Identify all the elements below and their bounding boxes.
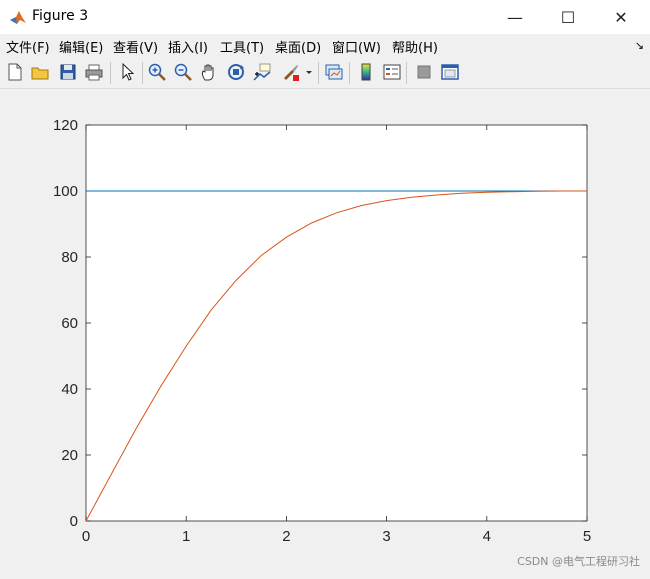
menu-window[interactable]: 窗口(W)	[332, 37, 381, 56]
y-tick-label: 60	[61, 315, 78, 332]
show-plot-tools-icon[interactable]	[440, 62, 460, 82]
hide-plot-tools-icon[interactable]	[414, 62, 434, 82]
print-icon[interactable]	[84, 62, 104, 82]
toolbar	[0, 57, 650, 89]
figure-canvas: 0 1 2 3 4 5 0 20 40 60 80 100 120 CSDN @电气工程研习社	[0, 89, 650, 575]
window-title: Figure 3	[32, 8, 89, 24]
plot-area	[85, 124, 588, 522]
maximize-icon: ☐	[560, 7, 576, 27]
y-tick-label: 40	[61, 381, 78, 398]
legend-icon[interactable]	[382, 62, 402, 82]
matlab-logo-icon	[9, 8, 27, 26]
watermark: CSDN @电气工程研习社	[517, 555, 640, 568]
menu-insert[interactable]: 插入(I)	[168, 37, 208, 56]
line-chart: 0 1 2 3 4 5 0 20 40 60 80 100 120	[53, 117, 591, 545]
menu-view[interactable]: 查看(V)	[113, 37, 158, 56]
x-tick-label: 1	[182, 528, 190, 545]
x-tick-label: 5	[583, 528, 591, 545]
save-icon[interactable]	[58, 62, 78, 82]
x-tick-label: 4	[483, 528, 491, 545]
pan-hand-icon[interactable]	[199, 62, 219, 82]
toolbar-separator	[318, 62, 319, 84]
y-tick-label: 80	[61, 249, 78, 266]
dock-arrow-icon[interactable]: ↘	[635, 39, 644, 52]
x-tick-label: 2	[282, 528, 290, 545]
toolbar-separator	[349, 62, 350, 84]
toolbar-separator	[142, 62, 143, 84]
x-tick-label: 0	[82, 528, 90, 545]
close-button[interactable]: ✕	[596, 0, 646, 34]
new-figure-icon[interactable]	[5, 62, 25, 82]
link-plot-icon[interactable]	[324, 62, 344, 82]
menu-file[interactable]: 文件(F)	[6, 37, 50, 56]
x-tick-label: 3	[382, 528, 390, 545]
open-file-icon[interactable]	[30, 62, 50, 82]
zoom-in-icon[interactable]	[147, 62, 167, 82]
minimize-icon: —	[507, 7, 523, 27]
menu-edit[interactable]: 编辑(E)	[59, 37, 103, 56]
menu-help[interactable]: 帮助(H)	[392, 37, 438, 56]
y-tick-label: 100	[53, 183, 78, 200]
toolbar-separator	[406, 62, 407, 84]
brush-dropdown-icon[interactable]	[304, 62, 314, 82]
rotate-3d-icon[interactable]	[226, 62, 246, 82]
colorbar-icon[interactable]	[356, 62, 376, 82]
minimize-button[interactable]: —	[490, 0, 540, 34]
zoom-out-icon[interactable]	[173, 62, 193, 82]
y-tick-label: 0	[70, 513, 78, 530]
toolbar-separator	[110, 62, 111, 84]
maximize-button[interactable]: ☐	[543, 0, 593, 34]
data-cursor-icon[interactable]	[252, 62, 272, 82]
menu-tools[interactable]: 工具(T)	[220, 37, 264, 56]
close-icon: ✕	[614, 7, 628, 27]
y-tick-label: 120	[53, 117, 78, 134]
title-bar: Figure 3 — ☐ ✕	[0, 0, 650, 34]
menu-bar: 文件(F) 编辑(E) 查看(V) 插入(I) 工具(T) 桌面(D) 窗口(W…	[0, 34, 650, 57]
y-tick-label: 20	[61, 447, 78, 464]
brush-icon[interactable]	[280, 62, 300, 82]
menu-desktop[interactable]: 桌面(D)	[275, 37, 321, 56]
pointer-icon[interactable]	[118, 62, 138, 82]
